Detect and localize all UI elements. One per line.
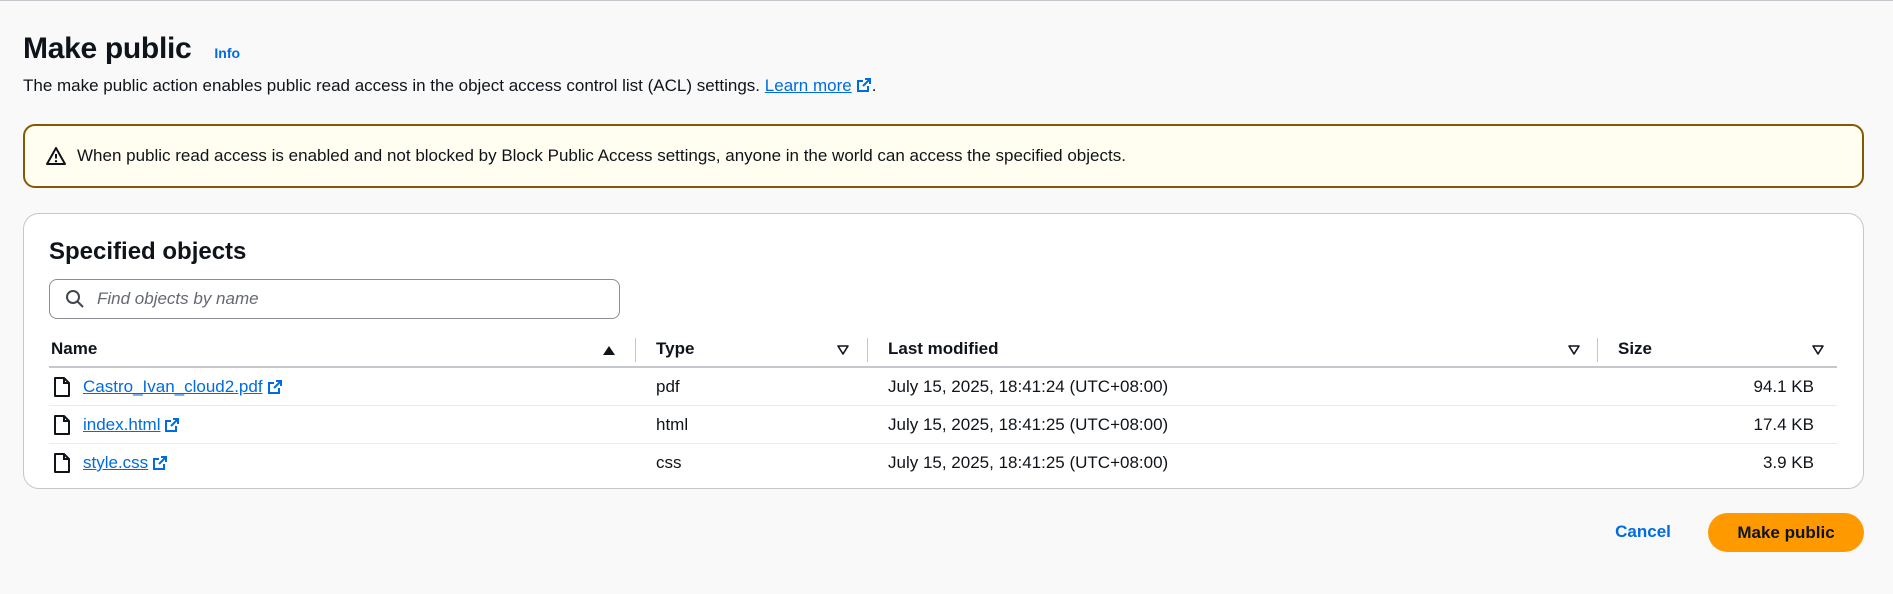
- sort-descending-icon[interactable]: [836, 343, 850, 357]
- cell-size: 3.9 KB: [1762, 453, 1814, 472]
- page-title: Make public: [23, 32, 192, 65]
- column-header-type[interactable]: Type: [656, 332, 856, 366]
- cell-last-modified: July 15, 2025, 18:41:25 (UTC+08:00): [888, 453, 1169, 472]
- cell-last-modified: July 15, 2025, 18:41:24 (UTC+08:00): [888, 377, 1169, 396]
- cell-last-modified: July 15, 2025, 18:41:25 (UTC+08:00): [888, 415, 1169, 434]
- sort-ascending-icon[interactable]: [602, 343, 616, 357]
- alert-text: When public read access is enabled and n…: [77, 146, 1126, 165]
- objects-table: Name Type Last modified Size Castro_Ivan…: [49, 332, 1837, 482]
- cell-type: pdf: [656, 377, 680, 396]
- external-link-icon: [856, 78, 871, 92]
- object-link[interactable]: style.css: [83, 453, 148, 473]
- table-row: style.css css July 15, 2025, 18:41:25 (U…: [49, 444, 1837, 482]
- object-link[interactable]: index.html: [83, 415, 160, 435]
- page-header: Make public Info The make public action …: [23, 32, 876, 96]
- external-link-icon: [267, 380, 282, 394]
- top-divider: [0, 0, 1893, 1]
- column-last-modified-label: Last modified: [888, 339, 999, 358]
- cancel-button[interactable]: Cancel: [1600, 513, 1686, 551]
- column-divider[interactable]: [635, 338, 636, 362]
- column-header-last-modified[interactable]: Last modified: [888, 332, 1588, 366]
- file-icon: [54, 377, 70, 397]
- sort-descending-icon[interactable]: [1567, 343, 1581, 357]
- page-description: The make public action enables public re…: [23, 76, 876, 96]
- column-divider[interactable]: [1597, 338, 1598, 362]
- make-public-button[interactable]: Make public: [1708, 513, 1864, 552]
- info-link[interactable]: Info: [214, 45, 240, 61]
- description-text: The make public action enables public re…: [23, 76, 761, 95]
- column-name-label: Name: [51, 339, 98, 358]
- cell-size: 17.4 KB: [1753, 415, 1815, 434]
- file-icon: [54, 415, 70, 435]
- external-link-icon: [165, 418, 180, 432]
- cell-type: html: [656, 415, 689, 434]
- column-header-name[interactable]: Name: [51, 332, 611, 366]
- learn-more-label: Learn more: [764, 76, 852, 95]
- sort-descending-icon[interactable]: [1811, 343, 1825, 357]
- cell-size: 94.1 KB: [1753, 377, 1815, 396]
- cell-type: css: [656, 453, 682, 472]
- column-divider[interactable]: [867, 338, 868, 362]
- description-end: .: [871, 76, 877, 95]
- title-row: Make public Info: [23, 32, 876, 66]
- learn-more-link[interactable]: Learn more: [765, 76, 852, 95]
- warning-icon: [46, 147, 66, 165]
- table-header: Name Type Last modified Size: [49, 332, 1837, 368]
- specified-objects-panel: Specified objects Name Type Last modifie…: [23, 213, 1864, 489]
- cell-name: Castro_Ivan_cloud2.pdf: [53, 368, 283, 406]
- search-icon: [66, 290, 84, 308]
- cell-name: index.html: [53, 406, 180, 444]
- cell-name: style.css: [53, 444, 168, 482]
- column-size-label: Size: [1618, 339, 1653, 358]
- search-field[interactable]: [49, 279, 620, 319]
- search-input[interactable]: [97, 289, 619, 309]
- column-header-size[interactable]: Size: [1618, 332, 1778, 366]
- external-link-icon: [153, 456, 168, 470]
- column-type-label: Type: [656, 339, 695, 358]
- table-row: Castro_Ivan_cloud2.pdf pdf July 15, 2025…: [49, 368, 1837, 406]
- warning-alert: When public read access is enabled and n…: [23, 124, 1864, 188]
- file-icon: [54, 453, 70, 473]
- panel-title: Specified objects: [49, 238, 247, 265]
- table-row: index.html html July 15, 2025, 18:41:25 …: [49, 406, 1837, 444]
- object-link[interactable]: Castro_Ivan_cloud2.pdf: [83, 377, 263, 397]
